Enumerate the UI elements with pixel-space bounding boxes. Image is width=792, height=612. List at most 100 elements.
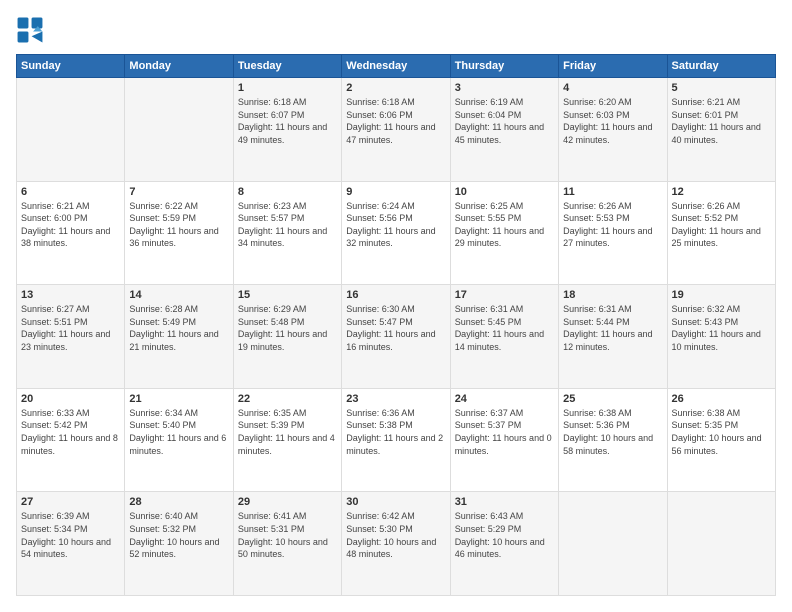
- day-number: 19: [672, 289, 771, 301]
- day-info: Sunrise: 6:30 AM Sunset: 5:47 PM Dayligh…: [346, 303, 445, 353]
- day-number: 12: [672, 186, 771, 198]
- day-info: Sunrise: 6:28 AM Sunset: 5:49 PM Dayligh…: [129, 303, 228, 353]
- day-number: 27: [21, 496, 120, 508]
- calendar-cell: 14 Sunrise: 6:28 AM Sunset: 5:49 PM Dayli…: [125, 285, 233, 389]
- day-number: 5: [672, 82, 771, 94]
- calendar-week-row: 1 Sunrise: 6:18 AM Sunset: 6:07 PM Daylig…: [17, 78, 776, 182]
- calendar-cell: 17 Sunrise: 6:31 AM Sunset: 5:45 PM Dayli…: [450, 285, 558, 389]
- calendar-cell: 5 Sunrise: 6:21 AM Sunset: 6:01 PM Daylig…: [667, 78, 775, 182]
- day-info: Sunrise: 6:18 AM Sunset: 6:06 PM Dayligh…: [346, 96, 445, 146]
- day-info: Sunrise: 6:41 AM Sunset: 5:31 PM Dayligh…: [238, 510, 337, 560]
- weekday-header: Thursday: [450, 55, 558, 78]
- weekday-header: Saturday: [667, 55, 775, 78]
- calendar-cell: 20 Sunrise: 6:33 AM Sunset: 5:42 PM Dayli…: [17, 388, 125, 492]
- day-number: 11: [563, 186, 662, 198]
- day-info: Sunrise: 6:38 AM Sunset: 5:35 PM Dayligh…: [672, 407, 771, 457]
- calendar-cell: 22Sunrise: 6:35 AM Sunset: 5:39 PM Dayli…: [233, 388, 341, 492]
- day-number: 15: [238, 289, 337, 301]
- day-number: 4: [563, 82, 662, 94]
- logo-icon: [16, 16, 44, 44]
- weekday-header: Friday: [559, 55, 667, 78]
- calendar-cell: [125, 78, 233, 182]
- day-info: Sunrise: 6:24 AM Sunset: 5:56 PM Dayligh…: [346, 200, 445, 250]
- day-info: Sunrise: 6:36 AM Sunset: 5:38 PM Dayligh…: [346, 407, 445, 457]
- calendar-week-row: 20 Sunrise: 6:33 AM Sunset: 5:42 PM Dayli…: [17, 388, 776, 492]
- weekday-header: Wednesday: [342, 55, 450, 78]
- calendar-cell: 21 Sunrise: 6:34 AM Sunset: 5:40 PM Dayli…: [125, 388, 233, 492]
- calendar-cell: 24 Sunrise: 6:37 AM Sunset: 5:37 PM Dayli…: [450, 388, 558, 492]
- calendar-cell: 2 Sunrise: 6:18 AM Sunset: 6:06 PM Daylig…: [342, 78, 450, 182]
- day-number: 25: [563, 393, 662, 405]
- day-number: 1: [238, 82, 337, 94]
- day-info: Sunrise: 6:39 AM Sunset: 5:34 PM Dayligh…: [21, 510, 120, 560]
- day-info: Sunrise: 6:33 AM Sunset: 5:42 PM Dayligh…: [21, 407, 120, 457]
- day-number: 17: [455, 289, 554, 301]
- calendar-cell: [667, 492, 775, 596]
- day-number: 28: [129, 496, 228, 508]
- calendar-cell: 3 Sunrise: 6:19 AM Sunset: 6:04 PM Daylig…: [450, 78, 558, 182]
- day-number: 6: [21, 186, 120, 198]
- day-number: 8: [238, 186, 337, 198]
- calendar-week-row: 13Sunrise: 6:27 AM Sunset: 5:51 PM Dayli…: [17, 285, 776, 389]
- calendar-cell: 1 Sunrise: 6:18 AM Sunset: 6:07 PM Daylig…: [233, 78, 341, 182]
- day-number: 26: [672, 393, 771, 405]
- day-number: 24: [455, 393, 554, 405]
- calendar-cell: 11 Sunrise: 6:26 AM Sunset: 5:53 PM Dayli…: [559, 181, 667, 285]
- calendar-cell: 28 Sunrise: 6:40 AM Sunset: 5:32 PM Dayli…: [125, 492, 233, 596]
- day-info: Sunrise: 6:34 AM Sunset: 5:40 PM Dayligh…: [129, 407, 228, 457]
- day-number: 16: [346, 289, 445, 301]
- day-info: Sunrise: 6:25 AM Sunset: 5:55 PM Dayligh…: [455, 200, 554, 250]
- day-number: 29: [238, 496, 337, 508]
- day-number: 14: [129, 289, 228, 301]
- calendar-cell: 10 Sunrise: 6:25 AM Sunset: 5:55 PM Dayli…: [450, 181, 558, 285]
- day-info: Sunrise: 6:26 AM Sunset: 5:52 PM Dayligh…: [672, 200, 771, 250]
- day-info: Sunrise: 6:31 AM Sunset: 5:44 PM Dayligh…: [563, 303, 662, 353]
- day-number: 10: [455, 186, 554, 198]
- calendar-week-row: 27 Sunrise: 6:39 AM Sunset: 5:34 PM Dayli…: [17, 492, 776, 596]
- day-number: 18: [563, 289, 662, 301]
- day-number: 30: [346, 496, 445, 508]
- day-info: Sunrise: 6:20 AM Sunset: 6:03 PM Dayligh…: [563, 96, 662, 146]
- calendar-cell: 15 Sunrise: 6:29 AM Sunset: 5:48 PM Dayli…: [233, 285, 341, 389]
- day-info: Sunrise: 6:19 AM Sunset: 6:04 PM Dayligh…: [455, 96, 554, 146]
- weekday-header: Monday: [125, 55, 233, 78]
- calendar: SundayMondayTuesdayWednesdayThursdayFrid…: [16, 54, 776, 596]
- calendar-cell: 4 Sunrise: 6:20 AM Sunset: 6:03 PM Daylig…: [559, 78, 667, 182]
- page: SundayMondayTuesdayWednesdayThursdayFrid…: [0, 0, 792, 612]
- day-number: 20: [21, 393, 120, 405]
- day-number: 2: [346, 82, 445, 94]
- calendar-header-row: SundayMondayTuesdayWednesdayThursdayFrid…: [17, 55, 776, 78]
- day-info: Sunrise: 6:31 AM Sunset: 5:45 PM Dayligh…: [455, 303, 554, 353]
- day-info: Sunrise: 6:21 AM Sunset: 6:00 PM Dayligh…: [21, 200, 120, 250]
- calendar-week-row: 6 Sunrise: 6:21 AM Sunset: 6:00 PM Daylig…: [17, 181, 776, 285]
- day-info: Sunrise: 6:23 AM Sunset: 5:57 PM Dayligh…: [238, 200, 337, 250]
- calendar-cell: 13Sunrise: 6:27 AM Sunset: 5:51 PM Dayli…: [17, 285, 125, 389]
- day-info: Sunrise: 6:43 AM Sunset: 5:29 PM Dayligh…: [455, 510, 554, 560]
- calendar-cell: 6 Sunrise: 6:21 AM Sunset: 6:00 PM Daylig…: [17, 181, 125, 285]
- calendar-cell: [17, 78, 125, 182]
- calendar-cell: 29 Sunrise: 6:41 AM Sunset: 5:31 PM Dayli…: [233, 492, 341, 596]
- day-info: Sunrise: 6:37 AM Sunset: 5:37 PM Dayligh…: [455, 407, 554, 457]
- day-number: 23: [346, 393, 445, 405]
- weekday-header: Sunday: [17, 55, 125, 78]
- day-number: 31: [455, 496, 554, 508]
- calendar-cell: 31 Sunrise: 6:43 AM Sunset: 5:29 PM Dayli…: [450, 492, 558, 596]
- calendar-cell: 16 Sunrise: 6:30 AM Sunset: 5:47 PM Dayli…: [342, 285, 450, 389]
- day-info: Sunrise: 6:40 AM Sunset: 5:32 PM Dayligh…: [129, 510, 228, 560]
- day-info: Sunrise: 6:21 AM Sunset: 6:01 PM Dayligh…: [672, 96, 771, 146]
- calendar-cell: 30 Sunrise: 6:42 AM Sunset: 5:30 PM Dayli…: [342, 492, 450, 596]
- calendar-cell: 19Sunrise: 6:32 AM Sunset: 5:43 PM Dayli…: [667, 285, 775, 389]
- day-info: Sunrise: 6:29 AM Sunset: 5:48 PM Dayligh…: [238, 303, 337, 353]
- day-info: Sunrise: 6:22 AM Sunset: 5:59 PM Dayligh…: [129, 200, 228, 250]
- day-number: 21: [129, 393, 228, 405]
- day-info: Sunrise: 6:26 AM Sunset: 5:53 PM Dayligh…: [563, 200, 662, 250]
- day-info: Sunrise: 6:42 AM Sunset: 5:30 PM Dayligh…: [346, 510, 445, 560]
- day-number: 3: [455, 82, 554, 94]
- day-info: Sunrise: 6:27 AM Sunset: 5:51 PM Dayligh…: [21, 303, 120, 353]
- day-number: 22: [238, 393, 337, 405]
- logo: [16, 16, 48, 44]
- weekday-header: Tuesday: [233, 55, 341, 78]
- calendar-cell: 27 Sunrise: 6:39 AM Sunset: 5:34 PM Dayli…: [17, 492, 125, 596]
- day-info: Sunrise: 6:18 AM Sunset: 6:07 PM Dayligh…: [238, 96, 337, 146]
- calendar-cell: [559, 492, 667, 596]
